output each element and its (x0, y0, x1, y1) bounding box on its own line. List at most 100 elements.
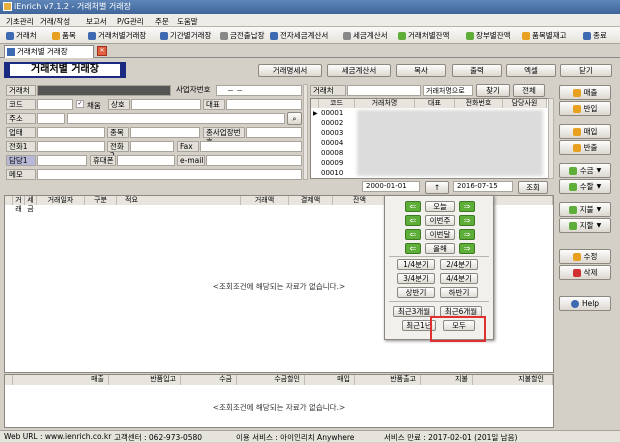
collect-button[interactable]: 수금 ▼ (559, 163, 611, 178)
collect-discount-button[interactable]: 수할 ▼ (559, 179, 611, 194)
address-search-icon[interactable]: ⌕ (287, 112, 302, 125)
search-mode-select[interactable]: 거래처명으로 (423, 85, 473, 96)
phone1-field[interactable] (37, 141, 105, 152)
email-label: e-mail (177, 155, 205, 166)
tb-customer-ledger[interactable]: 거래처별거래장 (88, 30, 146, 42)
next-year-icon[interactable]: ⇒ (459, 243, 475, 254)
help-button[interactable]: Help (559, 296, 611, 311)
today-button[interactable]: 오늘 (425, 201, 455, 212)
cash-icon (220, 32, 228, 40)
fax-field[interactable] (200, 141, 302, 152)
this-week-button[interactable]: 이번주 (425, 215, 455, 226)
fill-checkbox[interactable]: ✓ (76, 100, 84, 108)
code-field[interactable] (37, 99, 73, 110)
workplace-field[interactable] (246, 127, 302, 138)
next-month-icon[interactable]: ⇒ (459, 229, 475, 240)
search-label: 거래처 (310, 85, 346, 96)
menu-pg[interactable]: P/G관리 (117, 16, 144, 27)
menu-trade[interactable]: 거래/작성 (40, 16, 70, 27)
item-field[interactable] (130, 127, 200, 138)
pay-button[interactable]: 지불 ▼ (559, 202, 611, 217)
tab-close-icon[interactable]: ✕ (97, 46, 107, 56)
tb-period-ledger[interactable]: 기간별거래장 (160, 30, 211, 42)
company-field[interactable] (131, 99, 201, 110)
sales-button[interactable]: 매출 (559, 85, 611, 100)
tb-customer[interactable]: 거래처 (6, 30, 37, 42)
grid-scrollbar[interactable] (548, 98, 554, 179)
output-button[interactable]: 출력 (452, 64, 502, 77)
customer-field[interactable] (37, 85, 171, 96)
h1-button[interactable]: 상반기 (397, 287, 435, 298)
prev-year-icon[interactable]: ⇐ (405, 243, 421, 254)
business-field[interactable] (37, 127, 105, 138)
delete-button[interactable]: 삭제 (559, 265, 611, 280)
menu-basic[interactable]: 기초관리 (6, 16, 34, 27)
collect-dropdown-icon[interactable]: ▼ (597, 164, 602, 177)
tb-exit[interactable]: 종료 (583, 30, 607, 42)
close-button[interactable]: 닫기 (560, 64, 612, 77)
purchase-button[interactable]: 매입 (559, 124, 611, 139)
address-field[interactable] (67, 113, 285, 124)
table-row[interactable]: 00002 (321, 118, 355, 128)
q3-button[interactable]: 3/4분기 (397, 273, 435, 284)
q1-button[interactable]: 1/4분기 (397, 259, 435, 270)
table-row[interactable]: 00008 (321, 148, 355, 158)
prev-month-icon[interactable]: ⇐ (405, 229, 421, 240)
menu-order[interactable]: 주문 (155, 16, 169, 27)
phone2-field[interactable] (130, 141, 174, 152)
menu-help[interactable]: 도움말 (177, 16, 198, 27)
collect-discount-dropdown-icon[interactable]: ▼ (597, 180, 602, 193)
tb-etax[interactable]: 전자세금계산서 (270, 30, 328, 42)
edit-button[interactable]: 수정 (559, 249, 611, 264)
tb-item[interactable]: 품목 (52, 30, 76, 42)
pay-discount-button[interactable]: 지할 ▼ (559, 218, 611, 233)
tb-tax[interactable]: 세금계산서 (343, 30, 388, 42)
mobile-field[interactable] (117, 155, 175, 166)
tab-customer-ledger[interactable]: 거래처별 거래장 (4, 45, 94, 58)
this-year-button[interactable]: 올해 (425, 243, 455, 254)
print-form-button[interactable]: 거래명세서 (258, 64, 322, 77)
q2-button[interactable]: 2/4분기 (440, 259, 478, 270)
memo-field[interactable] (37, 169, 302, 180)
tax-invoice-button[interactable]: 세금계산서 (327, 64, 391, 77)
next-week-icon[interactable]: ⇒ (459, 215, 475, 226)
table-row[interactable]: 00009 (321, 158, 355, 168)
next-day-icon[interactable]: ⇒ (459, 201, 475, 212)
excel-button[interactable]: 엑셀 (506, 64, 556, 77)
table-row[interactable]: 00004 (321, 138, 355, 148)
pay-dropdown-icon[interactable]: ▼ (597, 203, 602, 216)
popup-divider (389, 256, 489, 257)
menu-report[interactable]: 보고서 (86, 16, 107, 27)
zip-field[interactable] (37, 113, 65, 124)
date-from-field[interactable]: 2000-01-01 (362, 181, 420, 192)
title-bar: iEnrich v7.1.2 - 거래처별 거래장 (0, 0, 620, 14)
table-row[interactable]: 00010 (321, 168, 355, 178)
h2-button[interactable]: 하반기 (440, 287, 478, 298)
tb-cash[interactable]: 금전출납장 (220, 30, 265, 42)
prev-day-icon[interactable]: ⇐ (405, 201, 421, 212)
date-to-field[interactable]: 2016-07-15 (453, 181, 513, 192)
rep-field[interactable] (226, 99, 302, 110)
this-month-button[interactable]: 이번달 (425, 229, 455, 240)
search-field[interactable] (347, 85, 421, 96)
tb-stock[interactable]: 품목별재고 (522, 30, 567, 42)
search-button[interactable]: 조회 (518, 181, 548, 194)
return-in-button[interactable]: 반입 (559, 101, 611, 116)
email-field[interactable] (206, 155, 302, 166)
all-button[interactable]: 전체 (513, 84, 545, 97)
period-toggle-button[interactable]: ↑ (425, 181, 449, 194)
find-button[interactable]: 찾기 (476, 84, 510, 97)
q4-button[interactable]: 4/4분기 (440, 273, 478, 284)
form-scrollbar[interactable] (303, 84, 308, 180)
table-row[interactable]: 00003 (321, 128, 355, 138)
manager-field[interactable] (37, 155, 87, 166)
tb-customer-balance[interactable]: 거래처별잔액 (398, 30, 449, 42)
pay-discount-dropdown-icon[interactable]: ▼ (597, 219, 602, 232)
copy-button[interactable]: 복사 (396, 64, 446, 77)
tb-book-balance[interactable]: 장부별잔액 (466, 30, 511, 42)
prev-week-icon[interactable]: ⇐ (405, 215, 421, 226)
return-out-button[interactable]: 반출 (559, 140, 611, 155)
table-row[interactable]: 00001 (321, 108, 355, 118)
biz-no-field[interactable]: － － (216, 85, 302, 96)
recent-3m-button[interactable]: 최근3개월 (393, 306, 435, 317)
